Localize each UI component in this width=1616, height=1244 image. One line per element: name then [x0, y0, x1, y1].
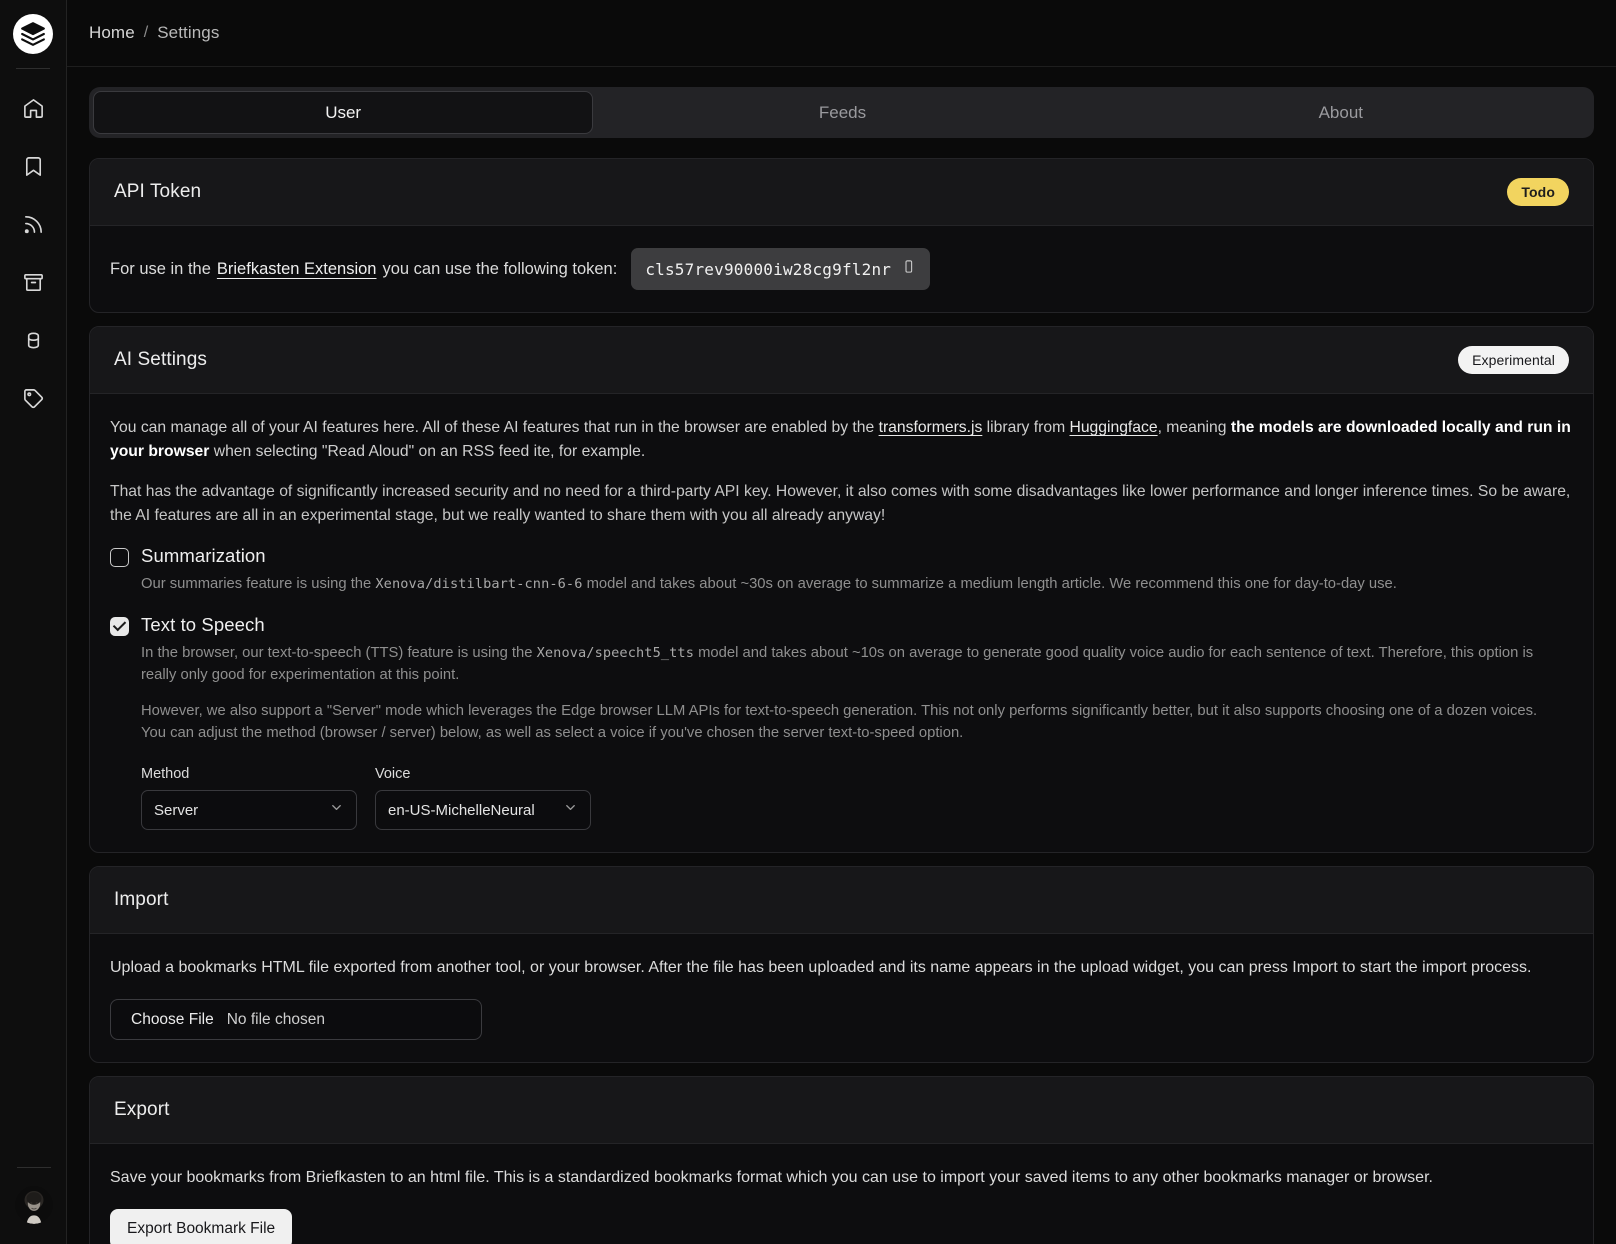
sidebar-item-bookmarks[interactable] [16, 149, 50, 183]
export-header: Export [90, 1077, 1593, 1144]
tts-description-2: However, we also support a "Server" mode… [141, 700, 1575, 744]
method-value: Server [154, 802, 198, 819]
voice-select[interactable]: en-US-MichelleNeural [375, 790, 591, 830]
sidebar-item-home[interactable] [16, 91, 50, 125]
tts-label: Text to Speech [141, 614, 265, 636]
tab-feeds[interactable]: Feeds [593, 91, 1091, 134]
export-title: Export [114, 1099, 170, 1121]
choose-file-button[interactable]: Choose File [131, 1011, 214, 1029]
chevron-down-icon [563, 800, 578, 820]
voice-label: Voice [375, 766, 591, 782]
sidebar-footer [0, 1167, 67, 1224]
import-header: Import [90, 867, 1593, 934]
import-description: Upload a bookmarks HTML file exported fr… [108, 956, 1575, 980]
summ-model-name: Xenova/distilbart-cnn-6-6 [375, 576, 582, 592]
avatar-image [15, 1186, 53, 1224]
app-logo[interactable] [13, 14, 53, 54]
sidebar-item-collections[interactable] [16, 323, 50, 357]
huggingface-link[interactable]: Huggingface [1070, 419, 1158, 436]
export-description: Save your bookmarks from Briefkasten to … [108, 1166, 1575, 1190]
bookmark-icon [22, 155, 45, 178]
clipboard-copy-icon[interactable] [901, 259, 916, 279]
tts-controls: Method Server Voice en-US-MichelleNeural [141, 766, 1575, 830]
archive-icon [22, 271, 45, 294]
settings-content: User Feeds About API Token Todo For use … [67, 67, 1616, 1244]
chevron-down-icon [329, 800, 344, 820]
breadcrumb: Home / Settings [89, 23, 219, 43]
api-token-value: cls57rev90000iw28cg9fl2nr [645, 260, 891, 279]
sidebar-divider-top [16, 68, 50, 69]
ai-disclaimer-paragraph: That has the advantage of significantly … [108, 480, 1575, 528]
api-token-row: For use in the Briefkasten Extension you… [108, 248, 1575, 290]
ai-intro-a: You can manage all of your AI features h… [110, 419, 879, 436]
import-body: Upload a bookmarks HTML file exported fr… [90, 934, 1593, 1062]
ai-settings-header: AI Settings Experimental [90, 327, 1593, 394]
tts-desc-a: In the browser, our text-to-speech (TTS)… [141, 645, 537, 661]
export-bookmark-file-button[interactable]: Export Bookmark File [110, 1209, 292, 1244]
voice-value: en-US-MichelleNeural [388, 802, 535, 819]
api-token-text-after: you can use the following token: [382, 260, 617, 279]
briefkasten-chevrons-logo-icon [20, 21, 46, 47]
summarization-checkbox[interactable] [110, 548, 129, 567]
sidebar-divider-bottom [17, 1167, 51, 1168]
avatar[interactable] [15, 1186, 53, 1224]
method-select[interactable]: Server [141, 790, 357, 830]
tab-user[interactable]: User [93, 91, 593, 134]
tts-checkbox[interactable] [110, 617, 129, 636]
api-token-copy-box[interactable]: cls57rev90000iw28cg9fl2nr [631, 248, 930, 290]
api-token-title: API Token [114, 181, 201, 203]
breadcrumb-home[interactable]: Home [89, 23, 135, 43]
rss-icon [22, 213, 45, 236]
breadcrumb-current: Settings [157, 23, 219, 43]
tts-description-1: In the browser, our text-to-speech (TTS)… [141, 642, 1575, 686]
ai-settings-title: AI Settings [114, 349, 207, 371]
ai-intro-b: library from [982, 419, 1069, 436]
api-token-body: For use in the Briefkasten Extension you… [90, 226, 1593, 312]
transformers-js-link[interactable]: transformers.js [879, 419, 983, 436]
tab-about[interactable]: About [1092, 91, 1590, 134]
ai-intro-c: , meaning [1158, 419, 1231, 436]
import-card: Import Upload a bookmarks HTML file expo… [89, 866, 1594, 1063]
tts-option: Text to Speech [108, 614, 1575, 636]
main-area: Home / Settings User Feeds About API Tok… [67, 0, 1616, 1244]
import-title: Import [114, 889, 168, 911]
ai-intro-paragraph: You can manage all of your AI features h… [108, 416, 1575, 464]
topbar: Home / Settings [67, 0, 1616, 67]
summ-desc-b: model and takes about ~30s on average to… [583, 576, 1397, 592]
api-token-card: API Token Todo For use in the Briefkaste… [89, 158, 1594, 313]
box-icon [22, 329, 45, 352]
method-label: Method [141, 766, 357, 782]
method-field: Method Server [141, 766, 357, 830]
import-file-input[interactable]: Choose File No file chosen [110, 999, 482, 1040]
sidebar-item-tags[interactable] [16, 381, 50, 415]
ai-settings-card: AI Settings Experimental You can manage … [89, 326, 1594, 853]
sidebar-item-archive[interactable] [16, 265, 50, 299]
breadcrumb-separator: / [144, 24, 148, 42]
api-token-header: API Token Todo [90, 159, 1593, 226]
api-token-text-before: For use in the [110, 260, 211, 279]
sidebar [0, 0, 67, 1244]
tag-icon [22, 387, 45, 410]
file-status-text: No file chosen [227, 1011, 325, 1029]
ai-settings-body: You can manage all of your AI features h… [90, 394, 1593, 852]
status-badge-experimental: Experimental [1458, 346, 1569, 374]
sidebar-nav [16, 91, 50, 415]
briefkasten-extension-link[interactable]: Briefkasten Extension [217, 260, 377, 279]
export-card: Export Save your bookmarks from Briefkas… [89, 1076, 1594, 1244]
home-icon [22, 97, 45, 120]
summarization-option: Summarization [108, 545, 1575, 567]
voice-field: Voice en-US-MichelleNeural [375, 766, 591, 830]
sidebar-item-feeds[interactable] [16, 207, 50, 241]
summarization-label: Summarization [141, 545, 266, 567]
summarization-description: Our summaries feature is using the Xenov… [141, 573, 1575, 595]
status-badge-todo: Todo [1507, 178, 1569, 206]
ai-intro-d: when selecting "Read Aloud" on an RSS fe… [209, 443, 645, 460]
summ-desc-a: Our summaries feature is using the [141, 576, 375, 592]
tts-model-name: Xenova/speecht5_tts [537, 645, 694, 661]
export-body: Save your bookmarks from Briefkasten to … [90, 1144, 1593, 1244]
settings-tabs: User Feeds About [89, 87, 1594, 138]
